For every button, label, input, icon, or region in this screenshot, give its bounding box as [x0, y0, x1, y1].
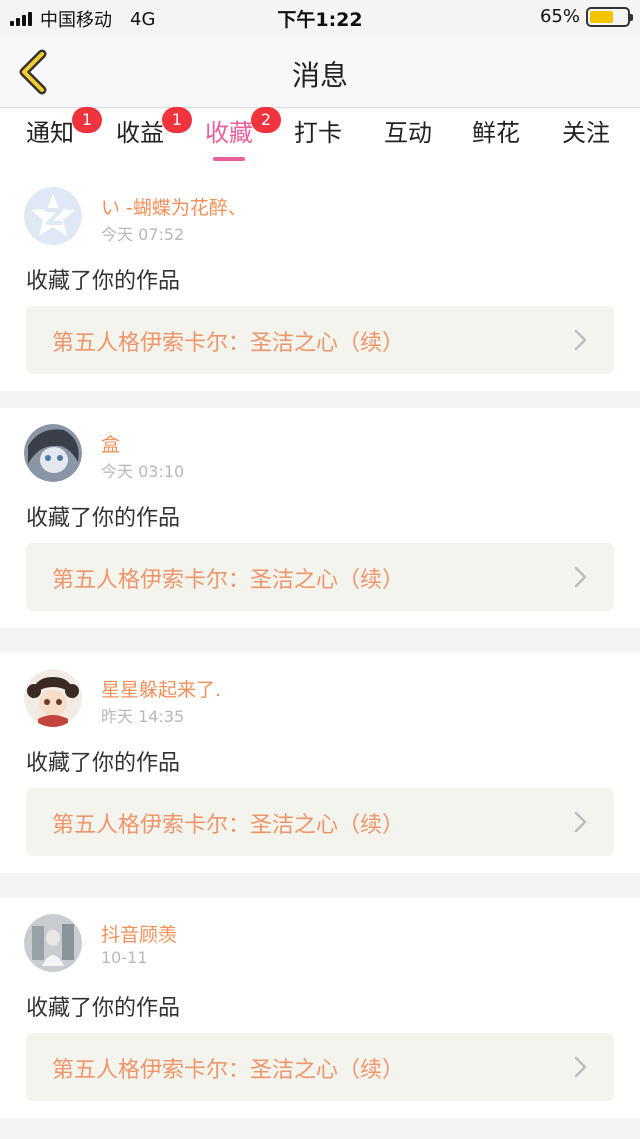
timestamp: 10-11 — [101, 948, 148, 967]
tab-bar: 通知 1 收益 1 收藏 2 打卡 互动 鲜花 关注 — [0, 107, 640, 171]
work-title: 第五人格伊索卡尔：圣洁之心（续） — [52, 331, 405, 356]
avatar[interactable] — [24, 424, 82, 482]
avatar[interactable] — [24, 187, 82, 245]
username[interactable]: 盒 — [101, 430, 120, 457]
unread-badge: 1 — [162, 107, 192, 133]
work-link[interactable]: 第五人格伊索卡尔：圣洁之心（续） — [26, 1033, 614, 1101]
default-avatar-icon — [24, 187, 82, 245]
battery-icon — [586, 6, 633, 27]
action-text: 收藏了你的作品 — [26, 269, 181, 294]
tab-flowers[interactable]: 鲜花 — [472, 115, 520, 167]
avatar[interactable] — [24, 914, 82, 972]
list-item: 盒 今天 03:10 收藏了你的作品 第五人格伊索卡尔：圣洁之心（续） — [0, 408, 640, 628]
tab-label: 关注 — [562, 119, 610, 147]
tab-interaction[interactable]: 互动 — [384, 115, 432, 167]
list-item: 星星躲起来了. 昨天 14:35 收藏了你的作品 第五人格伊索卡尔：圣洁之心（续… — [0, 653, 640, 873]
timestamp: 今天 03:10 — [101, 462, 185, 481]
tab-favorites[interactable]: 收藏 2 — [205, 107, 281, 167]
username[interactable]: い -蝴蝶为花醉、 — [101, 193, 247, 220]
chevron-right-icon — [574, 329, 587, 351]
timestamp: 昨天 14:35 — [101, 707, 185, 726]
work-link[interactable]: 第五人格伊索卡尔：圣洁之心（续） — [26, 788, 614, 856]
timestamp: 今天 07:52 — [101, 225, 185, 244]
tab-earnings[interactable]: 收益 1 — [116, 107, 192, 167]
status-bar: 中国移动 4G 下午1:22 65% — [0, 0, 640, 36]
work-title: 第五人格伊索卡尔：圣洁之心（续） — [52, 568, 405, 593]
battery-percent: 65% — [539, 6, 580, 27]
user-avatar-icon — [24, 669, 82, 727]
chevron-right-icon — [574, 1056, 587, 1078]
tab-label: 互动 — [384, 119, 432, 147]
username[interactable]: 星星躲起来了. — [101, 675, 221, 702]
list-item: 抖音顾羡 10-11 收藏了你的作品 第五人格伊索卡尔：圣洁之心（续） — [0, 898, 640, 1118]
username[interactable]: 抖音顾羡 — [101, 920, 177, 947]
list-item: い -蝴蝶为花醉、 今天 07:52 收藏了你的作品 第五人格伊索卡尔：圣洁之心… — [0, 171, 640, 391]
action-text: 收藏了你的作品 — [26, 506, 181, 531]
tab-follows[interactable]: 关注 — [562, 115, 610, 167]
unread-badge: 2 — [251, 107, 281, 133]
chevron-right-icon — [574, 566, 587, 588]
work-link[interactable]: 第五人格伊索卡尔：圣洁之心（续） — [26, 306, 614, 374]
tab-notifications[interactable]: 通知 1 — [26, 107, 102, 167]
tab-label: 收藏 — [205, 119, 253, 147]
avatar[interactable] — [24, 669, 82, 727]
work-link[interactable]: 第五人格伊索卡尔：圣洁之心（续） — [26, 543, 614, 611]
unread-badge: 1 — [72, 107, 102, 133]
work-title: 第五人格伊索卡尔：圣洁之心（续） — [52, 1058, 405, 1083]
user-avatar-icon — [24, 424, 82, 482]
action-text: 收藏了你的作品 — [26, 751, 181, 776]
nav-bar: 消息 — [0, 36, 640, 108]
status-right: 65% — [539, 6, 633, 27]
user-avatar-icon — [24, 914, 82, 972]
tab-label: 收益 — [116, 119, 164, 147]
tab-label: 通知 — [26, 119, 74, 147]
action-text: 收藏了你的作品 — [26, 996, 181, 1021]
battery-fill — [590, 10, 614, 23]
tab-label: 鲜花 — [472, 119, 520, 147]
tab-label: 打卡 — [294, 119, 342, 147]
page-title: 消息 — [291, 59, 348, 92]
tab-checkin[interactable]: 打卡 — [294, 115, 342, 167]
work-title: 第五人格伊索卡尔：圣洁之心（续） — [52, 813, 405, 838]
chevron-right-icon — [574, 811, 587, 833]
